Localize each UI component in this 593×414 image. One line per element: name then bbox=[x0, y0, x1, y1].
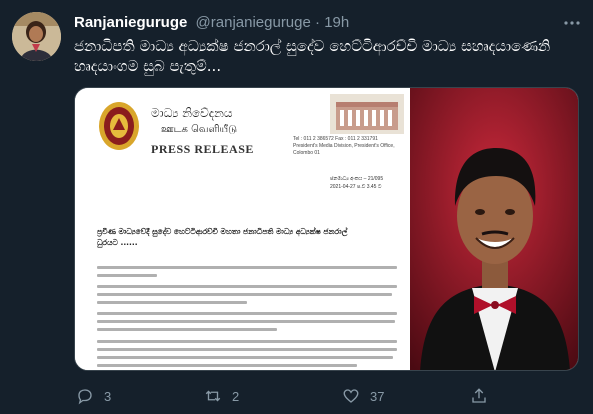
avatar[interactable] bbox=[12, 12, 61, 61]
tweet-text: ජනාධිපති මාධ්‍ය අධ්‍යක්ෂ ජනරාල් සුදේව හෙ… bbox=[74, 37, 551, 75]
display-name[interactable]: Ranjanieguruge bbox=[74, 14, 187, 31]
body-text-line bbox=[97, 348, 397, 351]
ellipsis-icon[interactable] bbox=[562, 14, 582, 32]
press-release-image: මාධ්‍ය නිවේදනය ஊடக வெளியீடு PRESS RELEAS… bbox=[75, 88, 410, 370]
retweet-count: 2 bbox=[232, 388, 240, 404]
contact-address: President's Media Division, President's … bbox=[293, 143, 395, 156]
reply-count: 3 bbox=[104, 388, 112, 404]
tweet-actions: 3 2 37 bbox=[0, 384, 593, 408]
brand-sinhala: මාධ්‍ය නිවේදනය bbox=[151, 106, 233, 120]
retweet-button[interactable]: 2 bbox=[204, 384, 239, 408]
share-icon bbox=[472, 388, 486, 403]
reply-button[interactable]: 3 bbox=[76, 384, 111, 408]
separator-dot: · bbox=[315, 14, 321, 31]
building-image bbox=[330, 94, 404, 134]
brand-english: PRESS RELEASE bbox=[151, 142, 254, 156]
brand-tamil: ஊடக வெளியீடு bbox=[161, 124, 238, 135]
reply-icon bbox=[78, 389, 92, 405]
body-text-line bbox=[97, 340, 397, 343]
contact-phone: Tel : 011 2 386572 Fax : 011 2 331791 bbox=[293, 136, 378, 142]
user-handle[interactable]: @ranjanieguruge bbox=[196, 14, 311, 31]
body-text-line bbox=[97, 356, 393, 359]
portrait-photo bbox=[410, 88, 578, 370]
reference-date: 2021-04-27 ප.ව 3.45 ට bbox=[330, 184, 382, 190]
body-text-line bbox=[97, 320, 395, 323]
timestamp[interactable]: 19h bbox=[324, 14, 349, 31]
body-text-line bbox=[97, 312, 397, 315]
body-text-line bbox=[97, 266, 397, 269]
body-text-line bbox=[97, 364, 357, 367]
retweet-icon bbox=[205, 390, 221, 402]
body-text-line bbox=[97, 274, 157, 277]
body-text-line bbox=[97, 301, 247, 304]
body-text-line bbox=[97, 293, 392, 296]
emblem-logo bbox=[99, 102, 139, 150]
share-button[interactable] bbox=[470, 384, 488, 408]
reference-number: ජනමාධ්‍ය අංකය – 21/095 bbox=[330, 176, 384, 182]
tweet[interactable]: Ranjanieguruge @ranjanieguruge · 19h ජනා… bbox=[0, 0, 593, 414]
contact-info: Tel : 011 2 386572 Fax : 011 2 331791 Pr… bbox=[293, 136, 408, 157]
like-count: 37 bbox=[370, 388, 385, 404]
body-text-line bbox=[97, 285, 397, 288]
tweet-header: Ranjanieguruge @ranjanieguruge · 19h bbox=[74, 13, 349, 33]
release-reference: ජනමාධ්‍ය අංකය – 21/095 2021-04-27 ප.ව 3.… bbox=[330, 175, 383, 191]
tweet-media[interactable]: මාධ්‍ය නිවේදනය ஊடக வெளியீடு PRESS RELEAS… bbox=[74, 87, 579, 371]
heart-icon bbox=[343, 389, 359, 403]
body-text-line bbox=[97, 328, 277, 331]
release-heading: ප්‍රවීණ මාධ්‍යවේදී සුදේව හෙට්ටිආරච්චි මහ… bbox=[97, 227, 348, 247]
like-button[interactable]: 37 bbox=[342, 384, 384, 408]
